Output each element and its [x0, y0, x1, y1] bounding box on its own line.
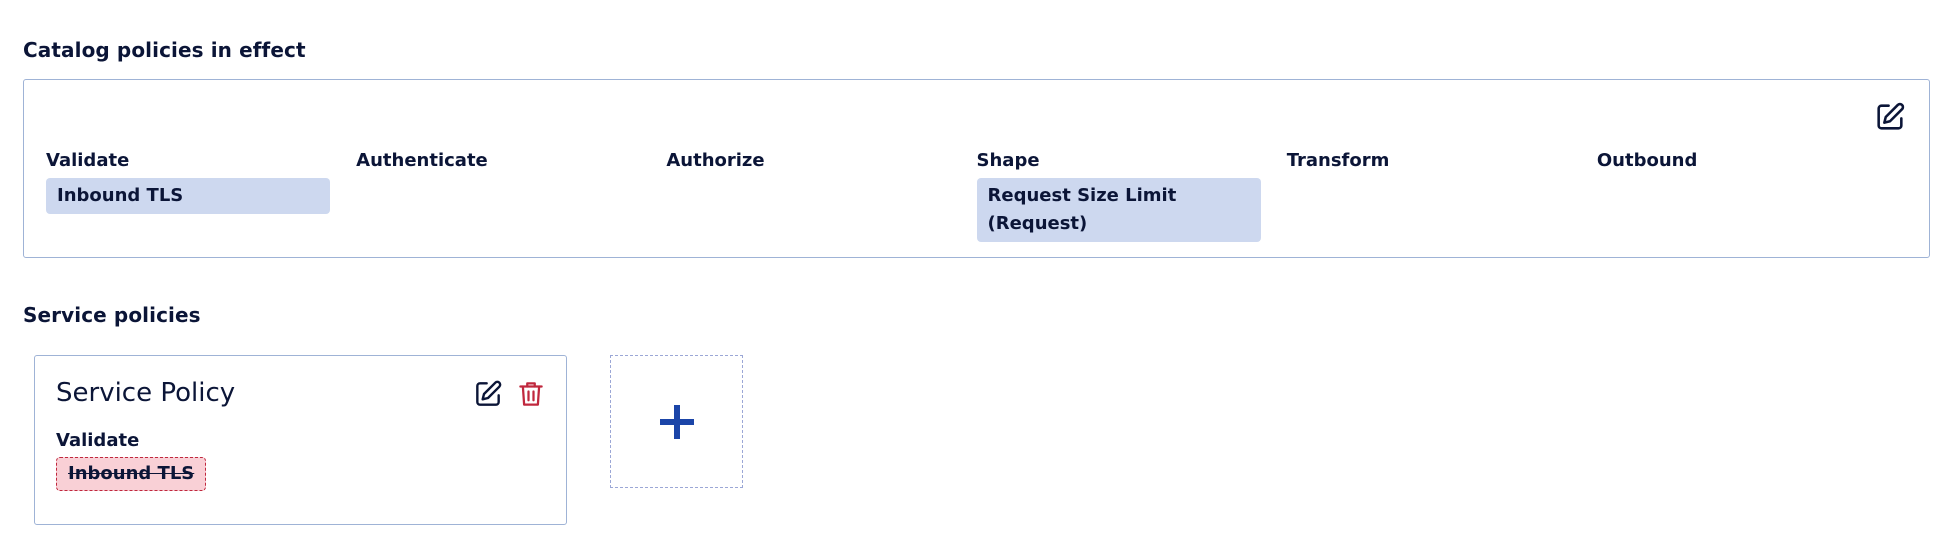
policy-card-title: Service Policy: [56, 378, 236, 408]
service-policy-card: Service Policy Validate Inbound TLS: [34, 355, 567, 525]
policy-chip[interactable]: Inbound TLS: [46, 178, 330, 214]
catalog-column-authenticate: Authenticate: [356, 148, 666, 242]
removed-policy-chip[interactable]: Inbound TLS: [56, 457, 207, 491]
catalog-policies-panel: Validate Inbound TLS Authenticate Author…: [23, 79, 1930, 258]
column-label: Shape: [976, 150, 1040, 171]
catalog-column-shape: Shape Request Size Limit (Request): [976, 148, 1287, 242]
edit-icon[interactable]: [472, 378, 504, 410]
column-label: Transform: [1286, 150, 1390, 171]
catalog-column-validate: Validate Inbound TLS: [46, 148, 356, 242]
column-label: Authorize: [666, 150, 765, 171]
add-service-policy-button[interactable]: [610, 355, 743, 488]
policy-chip[interactable]: Request Size Limit (Request): [976, 178, 1261, 242]
column-label: Outbound: [1596, 150, 1698, 171]
service-policies-title: Service policies: [23, 303, 201, 327]
catalog-column-authorize: Authorize: [666, 148, 976, 242]
column-label: Validate: [46, 150, 130, 171]
catalog-column-outbound: Outbound: [1597, 148, 1907, 242]
edit-icon[interactable]: [1873, 100, 1907, 134]
plus-icon: [660, 405, 694, 439]
policy-stage-label: Validate: [56, 430, 140, 451]
column-label: Authenticate: [356, 150, 488, 171]
catalog-column-transform: Transform: [1287, 148, 1597, 242]
catalog-policies-title: Catalog policies in effect: [23, 38, 306, 62]
trash-icon[interactable]: [516, 378, 546, 410]
